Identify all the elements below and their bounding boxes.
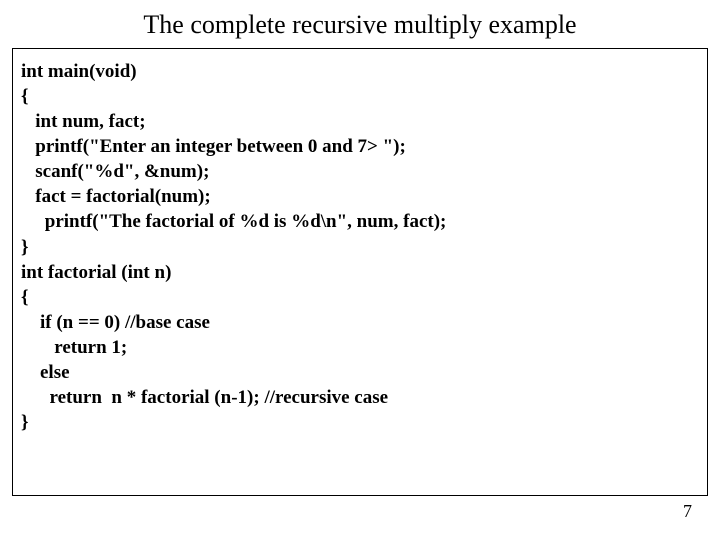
code-line: return 1; [21,337,127,358]
code-line: } [21,237,29,258]
page-number: 7 [683,501,692,522]
code-line: scanf("%d", &num); [21,161,209,182]
code-line: else [21,362,70,383]
code-line: int num, fact; [21,111,146,132]
code-line: } [21,412,29,433]
code-line: { [21,86,29,107]
code-box: int main(void) { int num, fact; printf("… [12,48,708,496]
code-line: if (n == 0) //base case [21,312,210,333]
code-line: { [21,287,29,308]
slide-title: The complete recursive multiply example [0,0,720,48]
code-line: return n * factorial (n-1); //recursive … [21,387,388,408]
code-block: int main(void) { int num, fact; printf("… [21,59,699,435]
code-line: fact = factorial(num); [21,186,211,207]
code-line: int main(void) [21,61,137,82]
code-line: int factorial (int n) [21,262,171,283]
slide: The complete recursive multiply example … [0,0,720,540]
code-line: printf("The factorial of %d is %d\n", nu… [21,211,446,232]
code-line: printf("Enter an integer between 0 and 7… [21,136,406,157]
